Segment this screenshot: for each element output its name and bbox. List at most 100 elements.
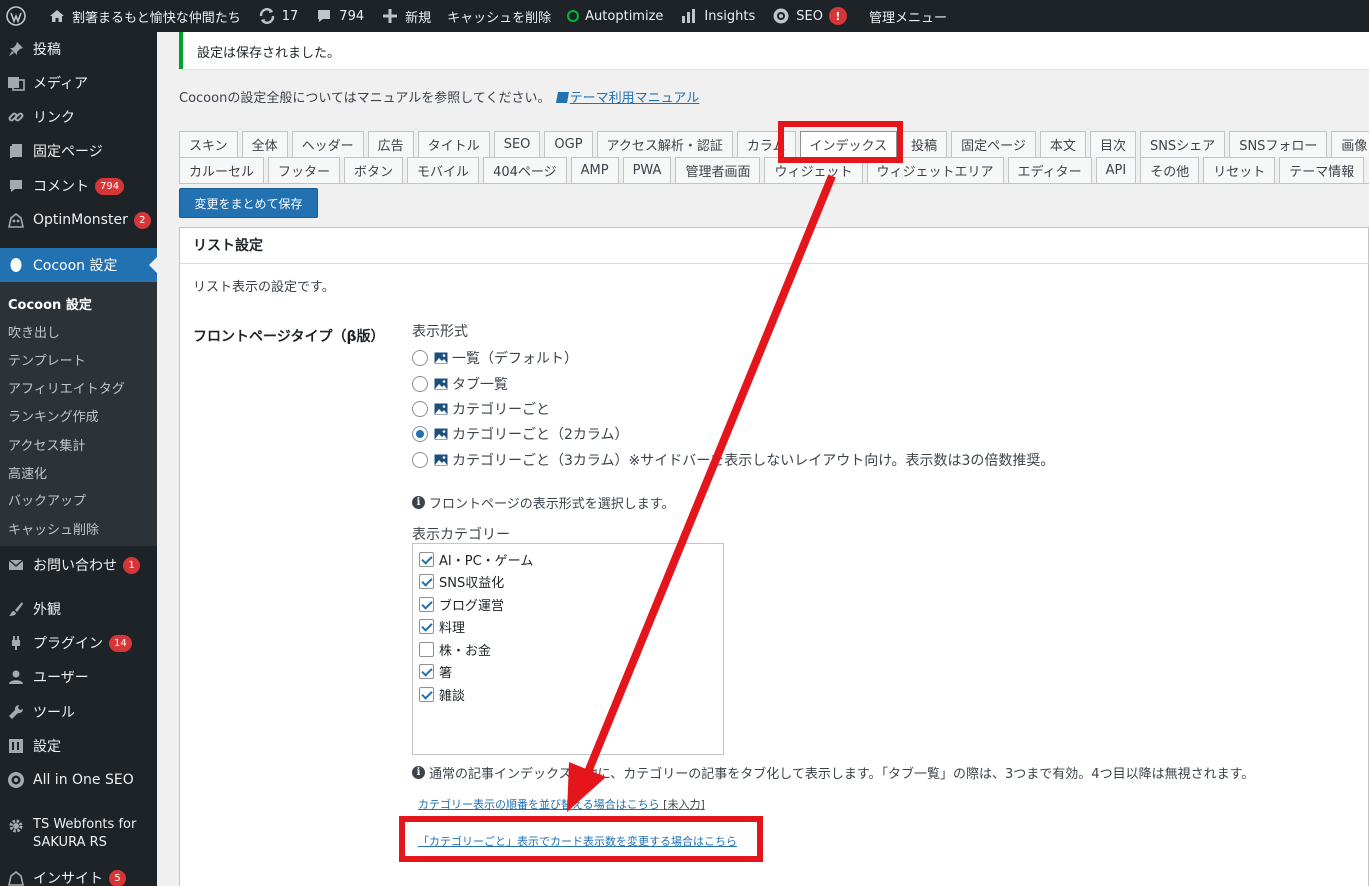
display-format-option[interactable]: 一覧（デフォルト） bbox=[412, 348, 578, 368]
category-checkbox[interactable] bbox=[419, 574, 434, 589]
category-checkbox[interactable] bbox=[419, 642, 434, 657]
tab-r1-4[interactable]: タイトル bbox=[417, 131, 490, 157]
updates-link[interactable]: 17 bbox=[249, 0, 307, 32]
tab-r2-11[interactable]: API bbox=[1095, 157, 1137, 183]
submenu-cocoon-settings[interactable]: Cocoon 設定 bbox=[8, 294, 92, 313]
ts-webfonts-line2: SAKURA RS bbox=[33, 835, 107, 850]
category-item[interactable]: ブログ運営 bbox=[419, 595, 504, 614]
comments-link[interactable]: 794 bbox=[306, 0, 372, 32]
tab-r1-10[interactable]: 投稿 bbox=[901, 131, 948, 157]
brush-icon bbox=[6, 599, 26, 619]
tab-r2-0[interactable]: カルーセル bbox=[179, 157, 265, 183]
category-order-link[interactable]: カテゴリー表示の順番を並び替える場合はこちら bbox=[418, 798, 660, 811]
submenu-template[interactable]: テンプレート bbox=[8, 350, 86, 369]
display-format-option[interactable]: カテゴリーごと（2カラム） bbox=[412, 424, 629, 444]
sidebar-item-plugins[interactable]: プラグイン 14 bbox=[0, 626, 157, 660]
sidebar-item-appearance[interactable]: 外観 bbox=[0, 592, 157, 626]
tab-r2-3[interactable]: モバイル bbox=[407, 157, 480, 183]
display-format-option[interactable]: カテゴリーごと（3カラム）※サイドバーを表示しないレイアウト向け。表示数は3の倍… bbox=[412, 450, 1054, 470]
tab-r1-6[interactable]: OGP bbox=[544, 131, 593, 157]
submenu-speedup[interactable]: 高速化 bbox=[8, 463, 47, 482]
tab-r2-5[interactable]: AMP bbox=[570, 157, 619, 183]
radio-label: カテゴリーごと（3カラム）※サイドバーを表示しないレイアウト向け。表示数は3の倍… bbox=[452, 453, 1055, 469]
tab-r1-2[interactable]: ヘッダー bbox=[291, 131, 364, 157]
admin-menu-link[interactable]: 管理メニュー bbox=[861, 0, 955, 32]
sidebar-item-users[interactable]: ユーザー bbox=[0, 660, 157, 694]
submenu-affiliate-tag[interactable]: アフィリエイトタグ bbox=[8, 378, 125, 397]
category-item[interactable]: 雑談 bbox=[419, 685, 465, 704]
tab-r2-2[interactable]: ボタン bbox=[344, 157, 404, 183]
tab-r1-13[interactable]: 目次 bbox=[1089, 131, 1136, 157]
tab-r2-7[interactable]: 管理者画面 bbox=[675, 157, 761, 183]
tab-r2-13[interactable]: リセット bbox=[1203, 157, 1276, 183]
autoptimize-link[interactable]: Autoptimize bbox=[559, 0, 671, 32]
tab-r1-15[interactable]: SNSフォロー bbox=[1229, 131, 1328, 157]
tab-r2-6[interactable]: PWA bbox=[622, 157, 672, 183]
display-format-option[interactable]: カテゴリーごと bbox=[412, 399, 550, 419]
format-help-text: フロントページの表示形式を選択します。 bbox=[429, 497, 675, 512]
wp-logo-button[interactable] bbox=[0, 0, 39, 32]
tab-r2-4[interactable]: 404ページ bbox=[483, 157, 567, 183]
category-checkbox[interactable] bbox=[419, 619, 434, 634]
tab-r1-16[interactable]: 画像 bbox=[1331, 131, 1369, 157]
tab-r1-11[interactable]: 固定ページ bbox=[951, 131, 1036, 157]
tab-r2-14[interactable]: テーマ情報 bbox=[1279, 157, 1365, 183]
sidebar-item-pages[interactable]: 固定ページ bbox=[0, 134, 157, 168]
save-all-button[interactable]: 変更をまとめて保存 bbox=[179, 188, 318, 218]
sidebar-item-insights[interactable]: インサイト 5 bbox=[0, 861, 157, 886]
tab-r1-14[interactable]: SNSシェア bbox=[1139, 131, 1226, 157]
sidebar-item-all-in-one-seo[interactable]: All in One SEO bbox=[0, 763, 157, 797]
sidebar-item-posts[interactable]: 投稿 bbox=[0, 32, 157, 66]
tab-r2-12[interactable]: その他 bbox=[1140, 157, 1200, 183]
category-checkbox[interactable] bbox=[419, 664, 434, 679]
new-content-link[interactable]: 新規 bbox=[372, 0, 439, 32]
tab-r2-1[interactable]: フッター bbox=[268, 157, 341, 183]
sidebar-item-ts-webfonts[interactable]: TS Webfonts for SAKURA RS bbox=[0, 812, 157, 854]
order-note: [未入力] bbox=[663, 798, 705, 811]
tab-r1-12[interactable]: 本文 bbox=[1039, 131, 1086, 157]
sidebar-item-media[interactable]: メディア bbox=[0, 66, 157, 100]
tab-r1-7[interactable]: アクセス解析・認証 bbox=[596, 131, 733, 157]
submenu-cache-clear[interactable]: キャッシュ削除 bbox=[8, 519, 99, 538]
submenu-speech-bubble[interactable]: 吹き出し bbox=[8, 322, 60, 341]
category-checkbox[interactable] bbox=[419, 597, 434, 612]
category-label: SNS収益化 bbox=[439, 576, 505, 591]
category-checklist[interactable]: AI・PC・ゲーム SNS収益化ブログ運営料理株・お金箸雑談 bbox=[412, 543, 724, 755]
category-item[interactable]: 株・お金 bbox=[419, 640, 491, 659]
category-item[interactable]: SNS収益化 bbox=[419, 572, 504, 591]
sidebar-item-cocoon-settings[interactable]: Cocoon 設定 bbox=[0, 248, 157, 282]
category-checkbox[interactable] bbox=[419, 552, 434, 567]
submenu-access-stats[interactable]: アクセス集計 bbox=[8, 435, 85, 454]
insights-link[interactable]: Insights bbox=[671, 0, 763, 32]
category-item[interactable]: 箸 bbox=[419, 662, 452, 681]
sidebar-item-comments[interactable]: コメント 794 bbox=[0, 169, 157, 203]
category-item[interactable]: 料理 bbox=[419, 617, 465, 636]
main-content: 設定は保存されました。 Cocoonの設定全般についてはマニュアルを参照してくだ… bbox=[157, 32, 1369, 886]
tab-r1-5[interactable]: SEO bbox=[493, 131, 541, 157]
tab-r1-1[interactable]: 全体 bbox=[241, 131, 288, 157]
manual-link[interactable]: テーマ利用マニュアル bbox=[570, 91, 700, 106]
tab-r1-0[interactable]: スキン bbox=[179, 131, 238, 157]
sidebar-item-tools[interactable]: ツール bbox=[0, 695, 157, 729]
sidebar-item-links[interactable]: リンク bbox=[0, 100, 157, 134]
category-checkbox[interactable] bbox=[419, 687, 434, 702]
submenu-backup[interactable]: バックアップ bbox=[8, 490, 86, 509]
sidebar-item-optinmonster[interactable]: OptinMonster 2 bbox=[0, 203, 157, 237]
category-item[interactable]: AI・PC・ゲーム bbox=[419, 550, 533, 569]
seo-link[interactable]: SEO ! bbox=[763, 0, 855, 32]
radio-button[interactable] bbox=[412, 401, 428, 417]
tab-r1-3[interactable]: 広告 bbox=[367, 131, 414, 157]
sidebar-item-contact[interactable]: お問い合わせ 1 bbox=[0, 548, 157, 582]
clear-cache-link[interactable]: キャッシュを削除 bbox=[439, 0, 559, 32]
submenu-ranking[interactable]: ランキング作成 bbox=[8, 406, 99, 425]
radio-button[interactable] bbox=[412, 452, 428, 468]
radio-button[interactable] bbox=[412, 350, 428, 366]
radio-button[interactable] bbox=[412, 376, 428, 392]
radio-button[interactable] bbox=[412, 426, 428, 442]
sidebar-item-label: All in One SEO bbox=[33, 772, 134, 788]
sidebar-item-settings[interactable]: 設定 bbox=[0, 729, 157, 763]
tab-r2-10[interactable]: エディター bbox=[1007, 157, 1092, 183]
comment-icon bbox=[6, 176, 26, 196]
display-format-option[interactable]: タブ一覧 bbox=[412, 374, 508, 394]
site-name-link[interactable]: 割箸まるもと愉快な仲間たち bbox=[39, 0, 249, 32]
